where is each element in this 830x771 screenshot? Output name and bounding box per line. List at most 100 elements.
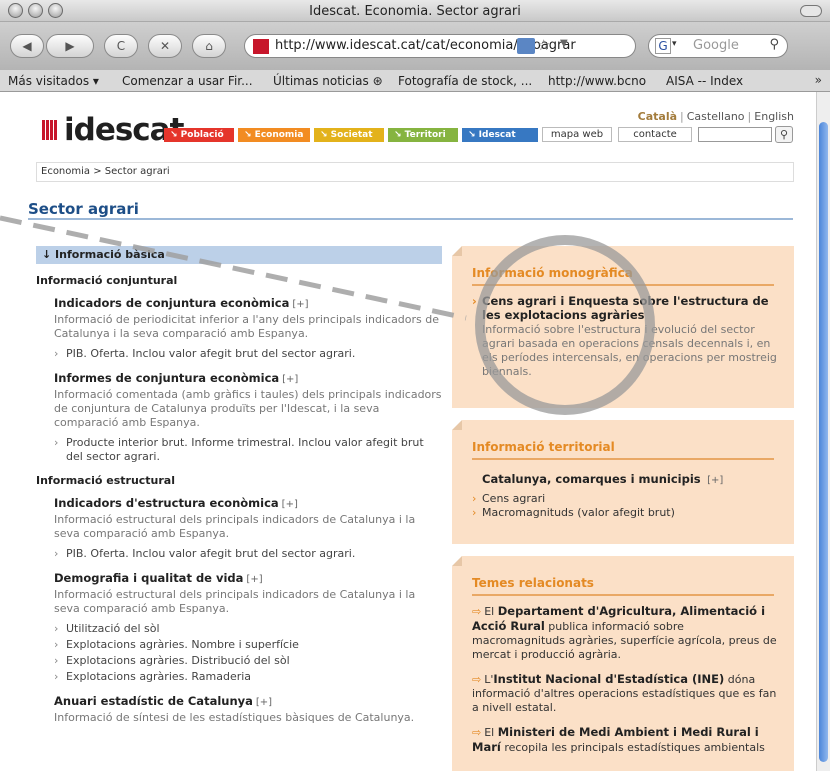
- expand-link[interactable]: [+]: [292, 299, 308, 310]
- basic-info-header[interactable]: ↓ Informació bàsica: [36, 246, 442, 264]
- related-topics-box: Temes relacionats ⇨ El Departament d'Agri…: [452, 556, 794, 771]
- expand-link[interactable]: [+]: [707, 475, 723, 486]
- related-topic-item: ⇨ El Departament d'Agricultura, Alimentac…: [472, 604, 778, 662]
- topic-text: El: [484, 605, 498, 618]
- item-description: Informació de periodicitat inferior a l'…: [54, 313, 440, 340]
- section-heading: Informació conjuntural: [36, 274, 178, 287]
- rss-feed-icon[interactable]: [517, 38, 535, 54]
- language-switcher: Català | Castellano | English: [638, 110, 794, 123]
- url-bar[interactable]: http://www.idescat.cat/cat/economia/ecoa…: [244, 34, 636, 58]
- web-page: idescat Català | Castellano | English ↘ Pobl…: [0, 92, 816, 771]
- bookmark-star-icon[interactable]: ☆: [537, 36, 550, 54]
- corner-fold: [452, 246, 462, 256]
- topic-text: El: [484, 726, 498, 739]
- web-search-input[interactable]: Google: [693, 38, 739, 53]
- url-history-dropdown-icon[interactable]: ▼: [560, 38, 568, 49]
- list-item: Anuari estadístic de Catalunya [+] Inform…: [36, 694, 442, 725]
- bookmark-getting-started[interactable]: Comenzar a usar Fir...: [122, 74, 253, 88]
- site-favicon-icon: [253, 39, 269, 54]
- list-item: Informes de conjuntura econòmica [+] Info…: [36, 371, 442, 464]
- back-button[interactable]: ◀: [10, 34, 44, 58]
- google-engine-icon[interactable]: G: [655, 38, 671, 54]
- item-title-link[interactable]: Indicadors d'estructura econòmica: [54, 496, 279, 510]
- vertical-scrollbar[interactable]: [816, 92, 830, 771]
- stop-button[interactable]: ✕: [148, 34, 182, 58]
- list-item: Indicadors d'estructura econòmica [+] Inf…: [36, 496, 442, 561]
- sub-link[interactable]: Producte interior brut. Informe trimestr…: [54, 436, 442, 464]
- box-divider: [472, 458, 774, 460]
- web-search-box[interactable]: G ▾ Google ⚲: [648, 34, 788, 58]
- box-divider: [472, 594, 774, 596]
- expand-link[interactable]: [+]: [282, 499, 298, 510]
- bookmark-latest-news[interactable]: Últimas noticias ⊛: [273, 74, 383, 88]
- lang-separator: |: [680, 110, 684, 123]
- toolbar-toggle-button[interactable]: [800, 5, 822, 17]
- forward-button[interactable]: ▶: [46, 34, 94, 58]
- box-title: Temes relacionats: [472, 576, 594, 590]
- site-search-button[interactable]: ⚲: [775, 126, 793, 143]
- nav-tab-societat[interactable]: ↘ Societat: [314, 128, 384, 142]
- territorial-sub-link[interactable]: Macromagnituds (valor afegit brut): [472, 506, 778, 520]
- topic-link[interactable]: Institut Nacional d'Estadística (INE): [493, 672, 724, 686]
- topic-text: recopila les principals estadístiques am…: [500, 741, 765, 754]
- sub-link[interactable]: Explotacions agràries. Nombre i superfíc…: [54, 638, 442, 652]
- arrow-icon: ⇨: [472, 726, 482, 739]
- list-item: Indicadors de conjuntura econòmica [+] In…: [36, 296, 442, 361]
- scrollbar-thumb[interactable]: [819, 122, 828, 762]
- lang-english[interactable]: English: [754, 110, 794, 123]
- territorial-sub-link[interactable]: Cens agrari: [472, 492, 778, 506]
- monographic-info-box: Informació monogràfica Cens agrari i Enq…: [452, 246, 794, 408]
- item-description: Informació estructural dels principals i…: [54, 588, 416, 615]
- territory-link[interactable]: Catalunya, comarques i municipis: [482, 472, 701, 486]
- sub-link[interactable]: Explotacions agràries. Distribució del s…: [54, 654, 442, 668]
- lang-catala[interactable]: Català: [638, 110, 677, 123]
- title-bar: Idescat. Economia. Sector agrari: [0, 0, 830, 22]
- bookmarks-overflow-chevron[interactable]: »: [815, 73, 822, 87]
- bookmark-aisa[interactable]: AISA -- Index: [666, 74, 743, 88]
- corner-fold: [452, 556, 462, 566]
- sub-link[interactable]: Explotacions agràries. Ramaderia: [54, 670, 442, 684]
- contact-link[interactable]: contacte: [618, 127, 692, 142]
- census-link[interactable]: Cens agrari i Enquesta sobre l'estructur…: [472, 294, 778, 322]
- census-description: Informació sobre l'estructura i evolució…: [482, 323, 777, 378]
- box-content: Cens agrari i Enquesta sobre l'estructur…: [472, 294, 778, 379]
- item-title-link[interactable]: Demografia i qualitat de vida: [54, 571, 243, 585]
- item-description: Informació estructural dels principals i…: [54, 513, 416, 540]
- search-icon[interactable]: ⚲: [769, 37, 779, 52]
- related-topic-item: ⇨ L'Institut Nacional d'Estadística (INE)…: [472, 672, 778, 715]
- expand-link[interactable]: [+]: [256, 697, 272, 708]
- sub-link[interactable]: Utilització del sòl: [54, 622, 442, 636]
- site-map-link[interactable]: mapa web: [542, 127, 612, 142]
- window-title: Idescat. Economia. Sector agrari: [309, 4, 521, 19]
- expand-link[interactable]: [+]: [282, 374, 298, 385]
- browser-window: Idescat. Economia. Sector agrari ◀ ▶ C ✕…: [0, 0, 830, 771]
- bookmark-most-visited[interactable]: Más visitados ▾: [8, 74, 99, 88]
- box-content: Catalunya, comarques i municipis [+] Cen…: [472, 472, 778, 520]
- sub-link[interactable]: PIB. Oferta. Inclou valor afegit brut de…: [54, 347, 442, 361]
- site-search-input[interactable]: [698, 127, 772, 142]
- breadcrumb[interactable]: Economia > Sector agrari: [36, 162, 794, 182]
- home-button[interactable]: ⌂: [192, 34, 226, 58]
- sub-link[interactable]: PIB. Oferta. Inclou valor afegit brut de…: [54, 547, 442, 561]
- related-topic-item: ⇨ El Ministeri de Medi Ambient i Medi Rur…: [472, 725, 778, 755]
- reload-button[interactable]: C: [104, 34, 138, 58]
- lang-castellano[interactable]: Castellano: [687, 110, 745, 123]
- nav-tab-idescat[interactable]: ↘ Idescat: [462, 128, 538, 142]
- item-title-link[interactable]: Informes de conjuntura econòmica: [54, 371, 279, 385]
- page-title: Sector agrari: [28, 200, 139, 218]
- corner-fold: [452, 420, 462, 430]
- expand-link[interactable]: [+]: [246, 574, 262, 585]
- bookmark-bcn[interactable]: http://www.bcno: [548, 74, 646, 88]
- item-description: Informació comentada (amb gràfics i taul…: [54, 388, 442, 429]
- arrow-icon: ⇨: [472, 673, 482, 686]
- bookmark-stock-photos[interactable]: Fotografía de stock, ...: [398, 74, 532, 88]
- nav-tab-poblacio[interactable]: ↘ Població: [164, 128, 234, 142]
- navigation-toolbar: ◀ ▶ C ✕ ⌂ http://www.idescat.cat/cat/eco…: [0, 22, 830, 70]
- item-title-link[interactable]: Indicadors de conjuntura econòmica: [54, 296, 289, 310]
- search-engine-dropdown-icon[interactable]: ▾: [672, 39, 677, 49]
- item-title-link[interactable]: Anuari estadístic de Catalunya: [54, 694, 253, 708]
- nav-tab-economia[interactable]: ↘ Economia: [238, 128, 310, 142]
- arrow-icon: ⇨: [472, 605, 482, 618]
- box-title: Informació territorial: [472, 440, 615, 454]
- nav-tab-territori[interactable]: ↘ Territori: [388, 128, 458, 142]
